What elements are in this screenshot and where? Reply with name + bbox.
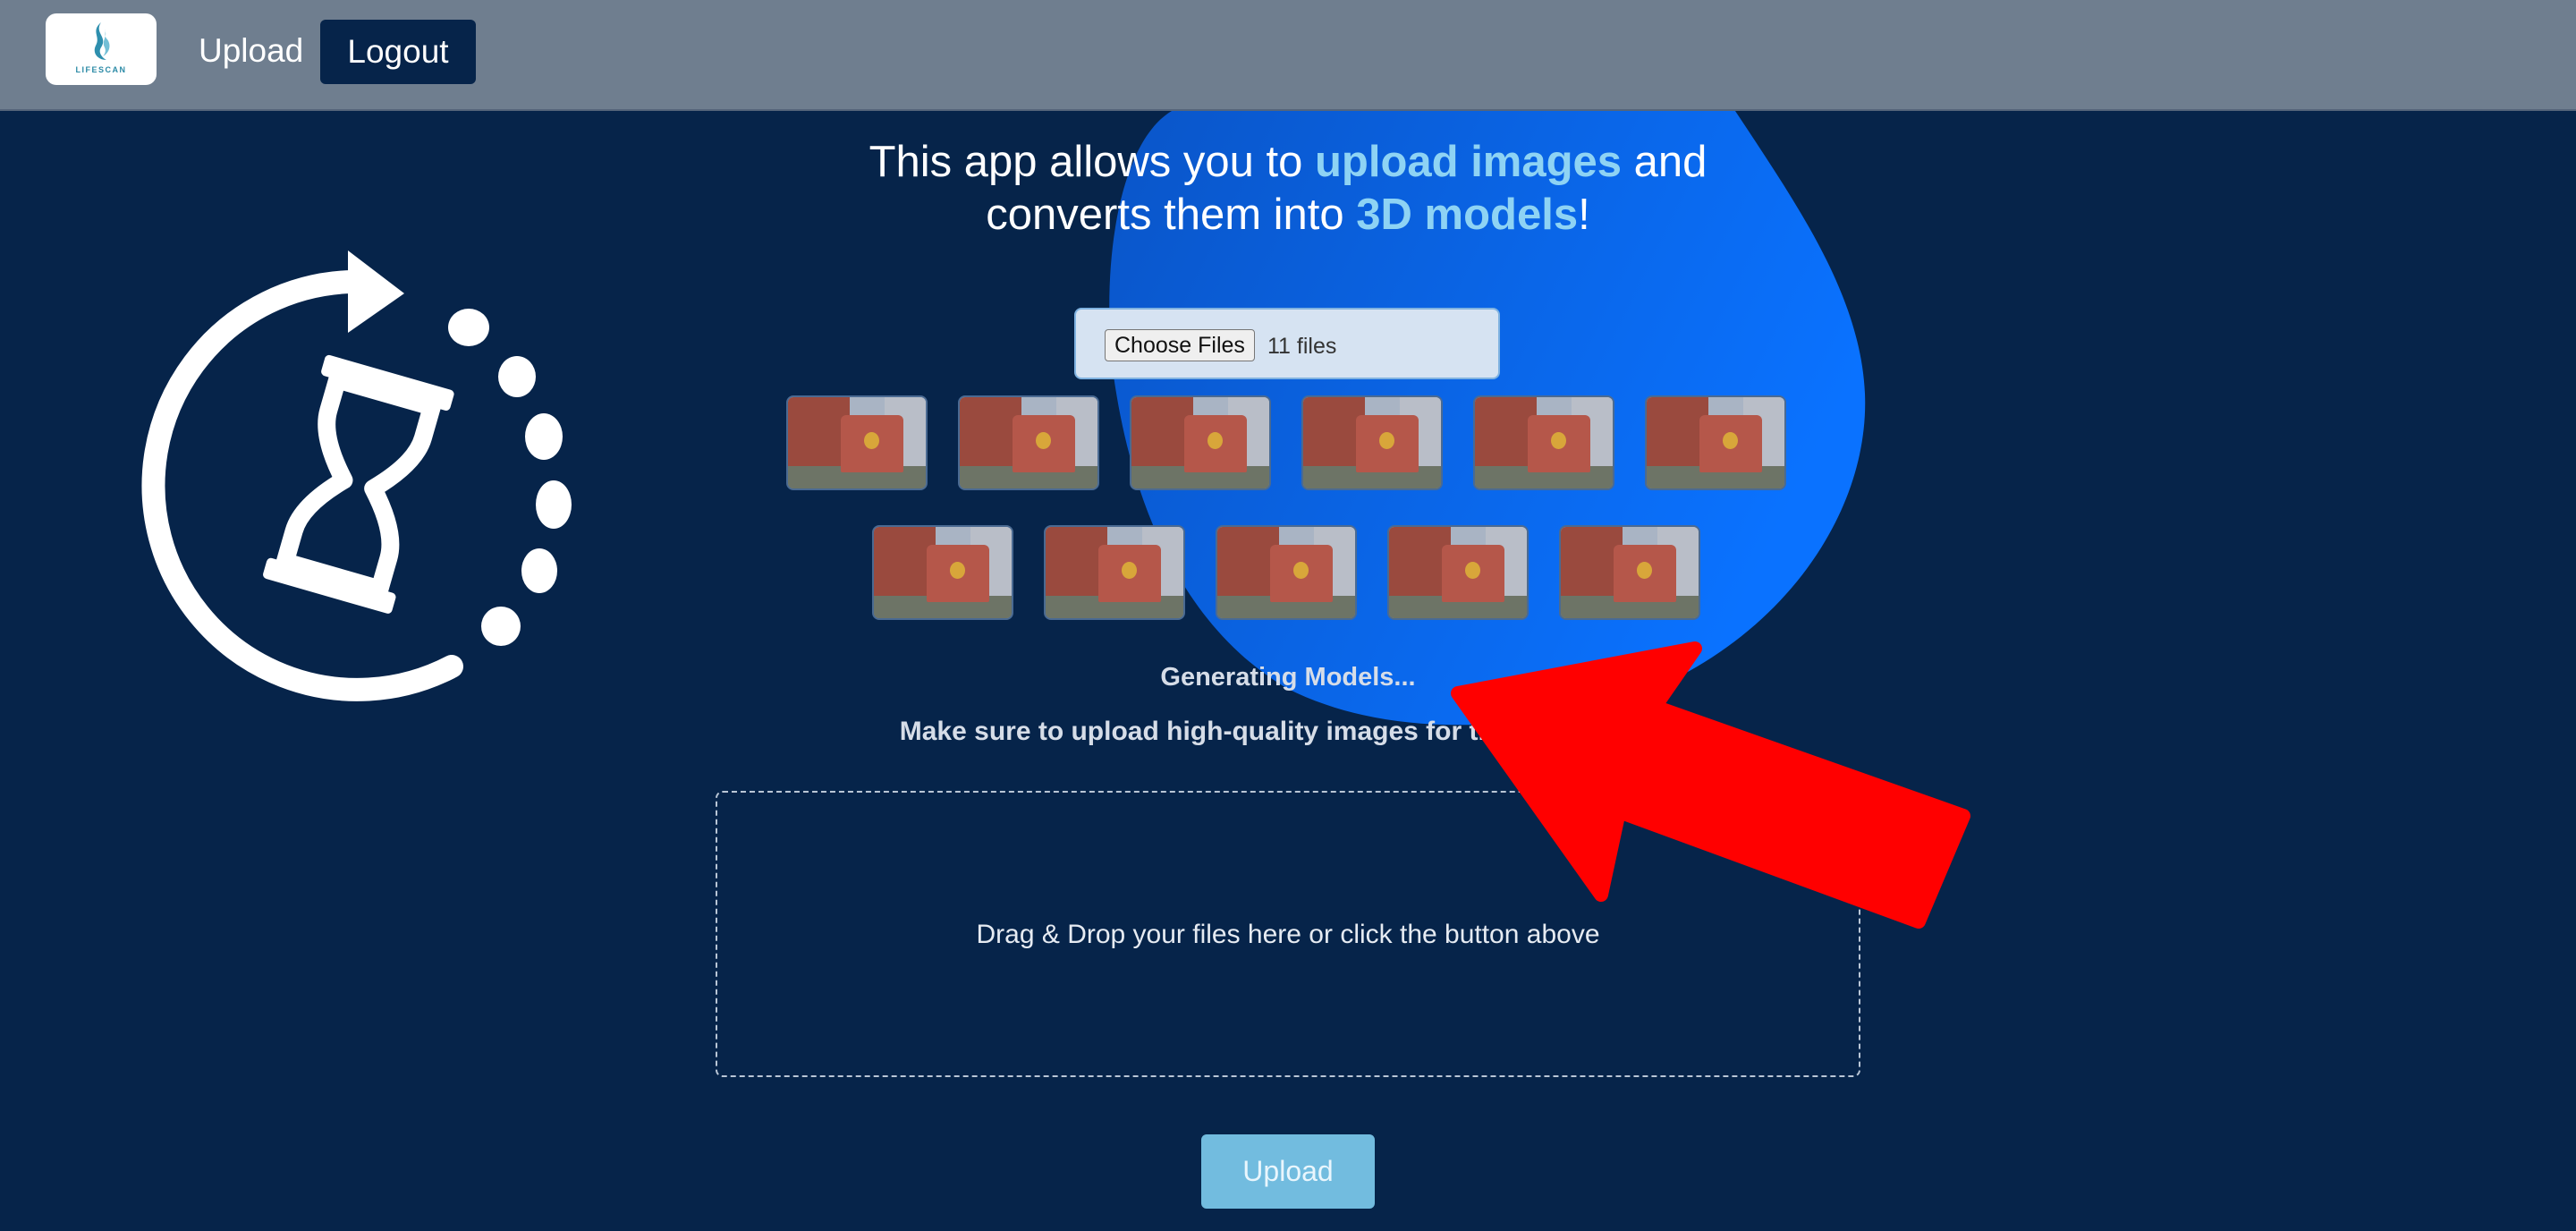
image-thumbnail[interactable] [786,395,928,490]
choose-files-button[interactable]: Choose Files [1105,329,1255,361]
image-thumbnail[interactable] [1301,395,1443,490]
image-thumbnail[interactable] [1044,525,1185,620]
image-thumbnail[interactable] [1130,395,1271,490]
upload-button[interactable]: Upload [1201,1134,1375,1209]
image-thumbnail[interactable] [1645,395,1786,490]
image-thumbnail[interactable] [872,525,1013,620]
image-thumbnail[interactable] [1387,525,1529,620]
image-thumbnail[interactable] [1216,525,1357,620]
highlight-3d-models: 3D models [1356,191,1579,239]
headline-line-2: converts them into 3D models! [986,191,1590,239]
page-headline: This app allows you to upload images and… [716,136,1860,242]
highlight-upload-images: upload images [1314,138,1623,186]
image-thumbnail[interactable] [1559,525,1700,620]
drop-zone[interactable]: Drag & Drop your files here or click the… [716,791,1860,1077]
generating-status: Generating Models... [1160,663,1416,692]
file-input[interactable]: Choose Files 11 files [1074,308,1500,379]
file-selection-count: 11 files [1267,334,1337,359]
image-thumbnail[interactable] [1473,395,1614,490]
image-thumbnail[interactable] [958,395,1099,490]
drop-zone-text: Drag & Drop your files here or click the… [976,920,1600,949]
headline-line-1: This app allows you to upload images and [869,138,1707,186]
quality-tip: Make sure to upload high-quality images … [899,717,1677,746]
